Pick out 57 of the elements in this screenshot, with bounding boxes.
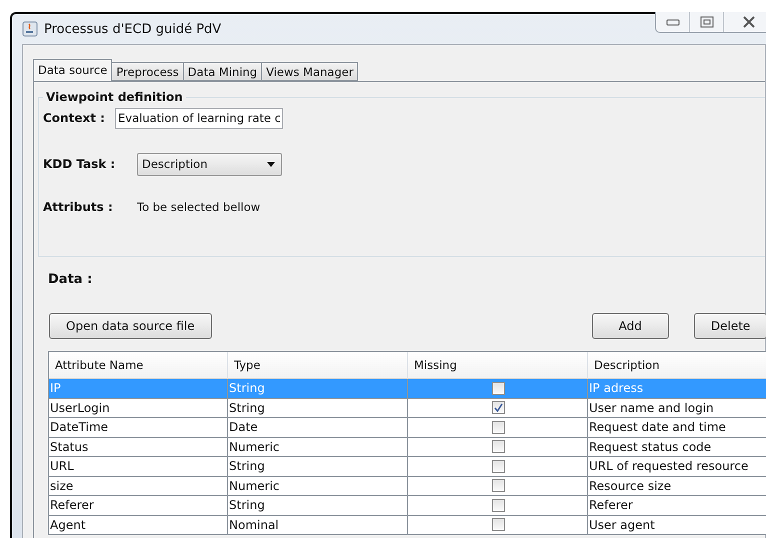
column-header[interactable]: Attribute Name bbox=[49, 352, 228, 379]
open-file-button[interactable]: Open data source file bbox=[49, 313, 212, 339]
checkbox[interactable] bbox=[492, 498, 504, 512]
table-cell: URL of requested resource bbox=[588, 457, 766, 476]
table-cell: UserLogin bbox=[49, 398, 228, 418]
table-cell: Referer bbox=[588, 496, 766, 516]
data-title: Data : bbox=[48, 272, 94, 287]
delete-button[interactable]: Delete bbox=[694, 313, 766, 339]
group-title: Viewpoint definition bbox=[45, 90, 184, 104]
table-cell: Request date and time bbox=[588, 418, 766, 438]
context-field[interactable]: Evaluation of learning rate c bbox=[115, 108, 283, 128]
attributs-value: To be selected bellow bbox=[137, 200, 260, 214]
tab[interactable]: Data source bbox=[33, 59, 112, 81]
checkbox[interactable] bbox=[492, 460, 504, 473]
caret-icon bbox=[267, 162, 275, 166]
tab[interactable]: Data Mining bbox=[182, 62, 262, 81]
checkbox[interactable] bbox=[492, 382, 504, 395]
tab[interactable]: Preprocess bbox=[111, 62, 184, 81]
table-cell: Nominal bbox=[228, 516, 408, 535]
table-cell: DateTime bbox=[49, 418, 228, 438]
checkbox[interactable] bbox=[492, 420, 504, 434]
minimize-icon bbox=[666, 18, 680, 26]
attributs-label: Attributs : bbox=[43, 200, 114, 214]
table-cell: String bbox=[228, 398, 408, 418]
table-cell: String bbox=[228, 379, 408, 398]
table-cell: Request status code bbox=[588, 438, 766, 457]
tab[interactable]: Views Manager bbox=[261, 62, 358, 81]
checkbox[interactable] bbox=[492, 440, 504, 454]
table-cell: IP bbox=[49, 379, 228, 398]
table-cell: Numeric bbox=[228, 438, 408, 457]
table-cell: URL bbox=[49, 457, 228, 476]
java-cup-icon bbox=[22, 21, 38, 37]
table-cell: Resource size bbox=[588, 476, 766, 496]
table-cell: IP adress bbox=[588, 379, 766, 398]
table-cell: User name and login bbox=[588, 398, 766, 418]
context-label: Context : bbox=[43, 111, 106, 125]
table-cell: Agent bbox=[49, 516, 228, 535]
checkbox[interactable] bbox=[492, 401, 504, 414]
column-header[interactable]: Missing bbox=[408, 352, 588, 379]
column-header[interactable]: Type bbox=[228, 352, 408, 379]
table-cell: String bbox=[228, 457, 408, 476]
table-cell: Referer bbox=[49, 496, 228, 516]
maximize-icon bbox=[700, 16, 714, 28]
kdd-task-label: KDD Task : bbox=[43, 157, 116, 171]
window-title: Processus d'ECD guidé PdV bbox=[44, 22, 222, 36]
table-cell: Date bbox=[228, 418, 408, 438]
close-icon bbox=[742, 16, 756, 28]
kdd-task-dropdown[interactable]: Description bbox=[137, 152, 282, 176]
table-cell: Status bbox=[49, 438, 228, 457]
table-cell: size bbox=[49, 476, 228, 496]
add-button[interactable]: Add bbox=[592, 313, 669, 339]
table-cell: User agent bbox=[588, 516, 766, 535]
checkbox[interactable] bbox=[492, 518, 504, 532]
column-header[interactable]: Description bbox=[588, 352, 766, 379]
table-cell: String bbox=[228, 496, 408, 516]
table-cell: Numeric bbox=[228, 476, 408, 496]
checkbox[interactable] bbox=[492, 479, 504, 492]
